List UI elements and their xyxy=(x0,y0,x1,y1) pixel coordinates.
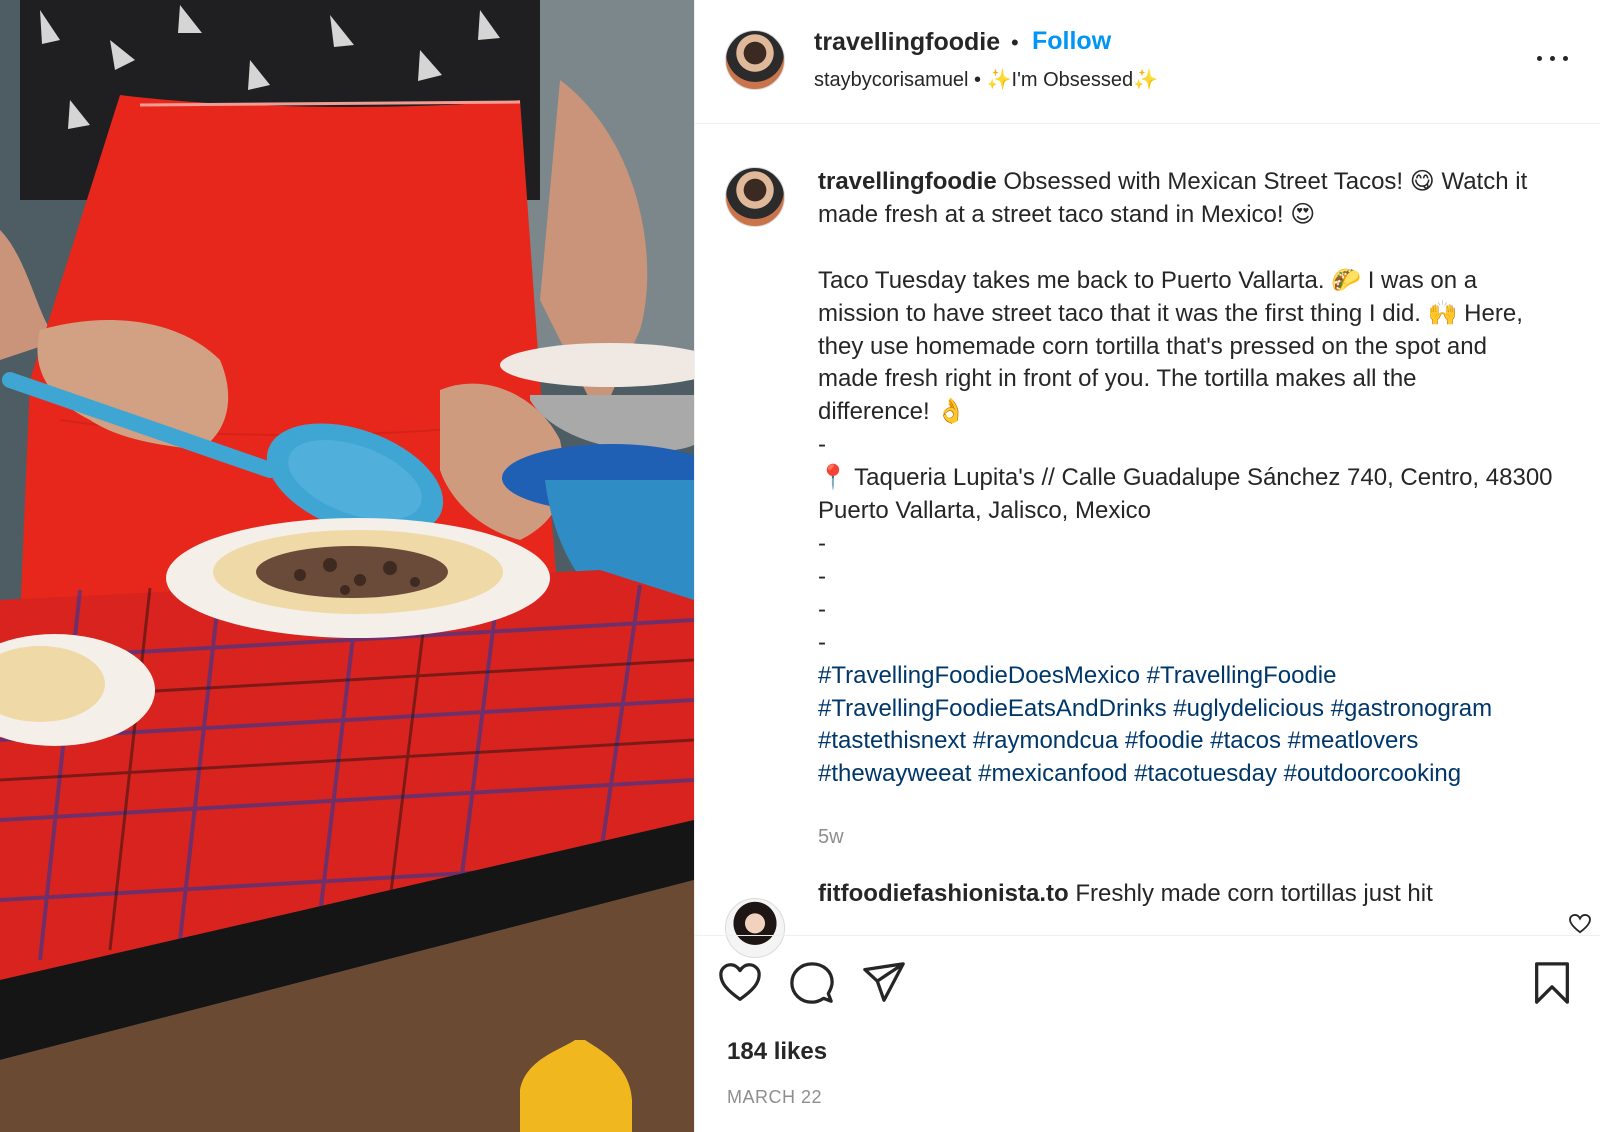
header-separator: • xyxy=(1011,30,1019,55)
bookmark-icon[interactable] xyxy=(1529,960,1575,1006)
comment-text: Freshly made corn tortillas just hit xyxy=(1068,880,1433,907)
post-details-panel: travellingfoodie • Follow staybycorisamu… xyxy=(694,0,1600,1132)
share-icon[interactable] xyxy=(861,960,907,1006)
audio-subtitle[interactable]: staybycorisamuel • ✨I'm Obsessed✨ xyxy=(814,67,1158,92)
more-options-icon[interactable] xyxy=(1531,46,1575,70)
post-time-ago[interactable]: 5w xyxy=(818,826,844,849)
caption-line xyxy=(818,232,1578,265)
caption-line: - xyxy=(818,562,826,590)
hashtag-line[interactable]: #TravellingFoodieDoesMexico #TravellingF… xyxy=(818,660,1578,693)
post-photo[interactable] xyxy=(0,0,694,1132)
hashtag-line[interactable]: #TravellingFoodieEatsAndDrinks #uglydeli… xyxy=(818,693,1578,726)
caption-line: - xyxy=(818,529,826,557)
commenter-avatar[interactable] xyxy=(725,898,785,958)
caption-username[interactable]: travellingfoodie xyxy=(818,168,997,195)
caption-line: - xyxy=(818,628,826,656)
location-line: Puerto Vallarta, Jalisco, Mexico xyxy=(818,497,1152,525)
follow-button[interactable]: Follow xyxy=(1032,27,1111,56)
post-date[interactable]: MARCH 22 xyxy=(727,1087,822,1108)
comment-item: fitfoodiefashionista.to Freshly made cor… xyxy=(818,880,1558,908)
caption-line: difference! 👌 xyxy=(818,398,967,426)
heart-icon[interactable] xyxy=(717,960,763,1006)
taco-stand-photo xyxy=(0,0,694,1132)
author-username[interactable]: travellingfoodie xyxy=(814,28,1000,57)
section-divider xyxy=(695,935,1600,936)
caption-text: Obsessed with Mexican Street Tacos! 😋 Wa… xyxy=(996,168,1528,195)
post-header: travellingfoodie • Follow staybycorisamu… xyxy=(695,0,1600,124)
caption-line: made fresh right in front of you. The to… xyxy=(818,365,1417,393)
caption-line: Taco Tuesday takes me back to Puerto Val… xyxy=(818,266,1478,294)
caption-line: mission to have street taco that it was … xyxy=(818,299,1523,327)
caption-line: made fresh at a street taco stand in Mex… xyxy=(818,200,1316,228)
caption-line: - xyxy=(818,431,826,459)
caption-line: they use homemade corn tortilla that's p… xyxy=(818,332,1487,360)
action-bar xyxy=(695,950,1600,1020)
caption-line: - xyxy=(818,595,826,623)
hashtag-line[interactable]: #tastethisnext #raymondcua #foodie #taco… xyxy=(818,725,1578,758)
caption-line: travellingfoodie Obsessed with Mexican S… xyxy=(818,166,1578,199)
comment-icon[interactable] xyxy=(789,960,835,1006)
comment-like-icon[interactable] xyxy=(1569,914,1591,934)
likes-count[interactable]: 184 likes xyxy=(727,1038,827,1066)
hashtag-line[interactable]: #thewayweeat #mexicanfood #tacotuesday #… xyxy=(818,758,1578,791)
commenter-username[interactable]: fitfoodiefashionista.to xyxy=(818,880,1069,907)
post-caption: travellingfoodie Obsessed with Mexican S… xyxy=(818,166,1578,791)
author-avatar[interactable] xyxy=(725,30,785,90)
caption-author-avatar[interactable] xyxy=(725,167,785,227)
location-line: 📍 Taqueria Lupita's // Calle Guadalupe S… xyxy=(818,464,1553,492)
